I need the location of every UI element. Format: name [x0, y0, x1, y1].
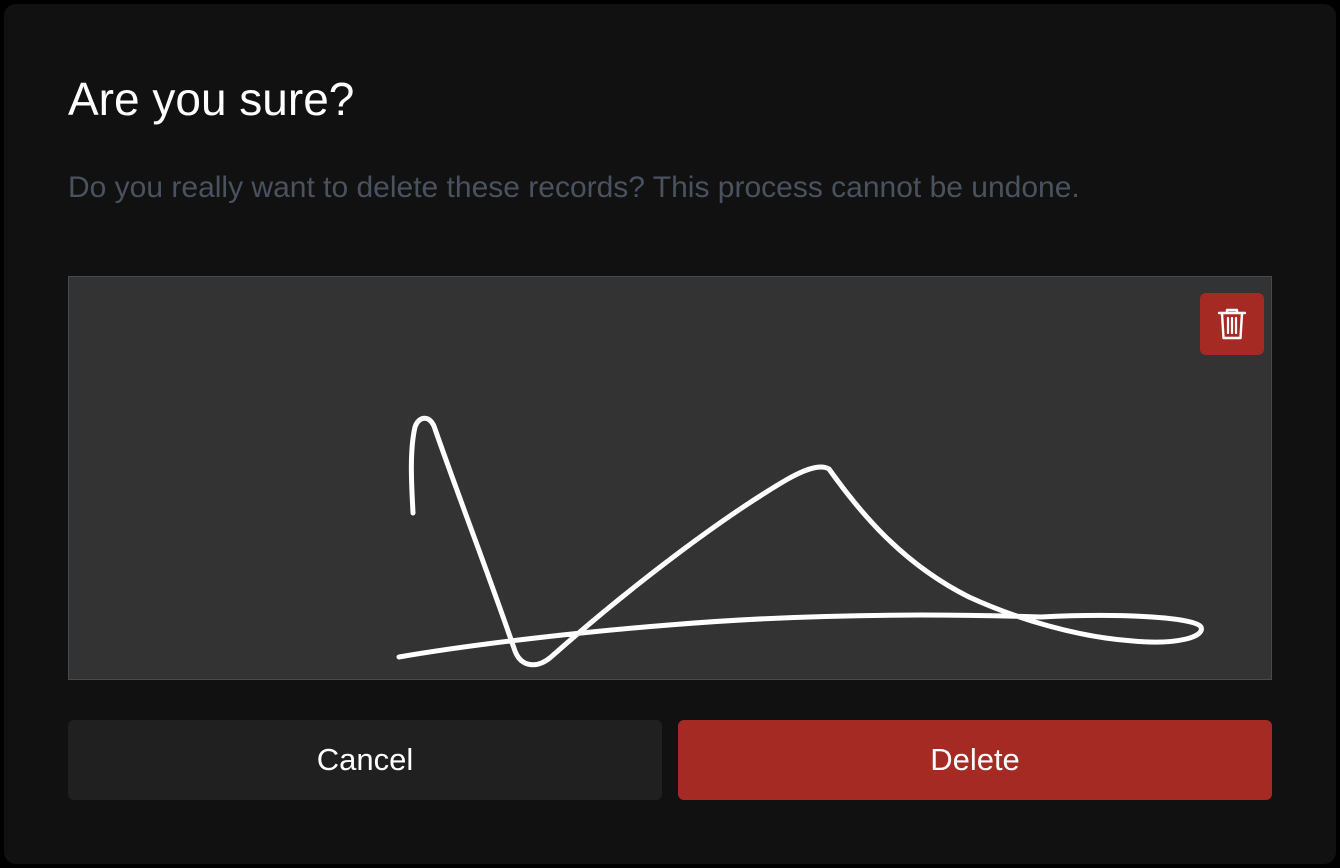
dialog-title: Are you sure?: [68, 73, 355, 125]
clear-signature-button[interactable]: [1200, 293, 1264, 355]
signature-stroke: [396, 415, 1204, 668]
delete-button[interactable]: Delete: [678, 720, 1272, 800]
dialog-message: Do you really want to delete these recor…: [68, 171, 1080, 204]
signature-pad[interactable]: [68, 276, 1272, 680]
confirm-dialog: Are you sure? Do you really want to dele…: [4, 4, 1336, 864]
trash-icon: [1217, 308, 1247, 340]
cancel-button[interactable]: Cancel: [68, 720, 662, 800]
